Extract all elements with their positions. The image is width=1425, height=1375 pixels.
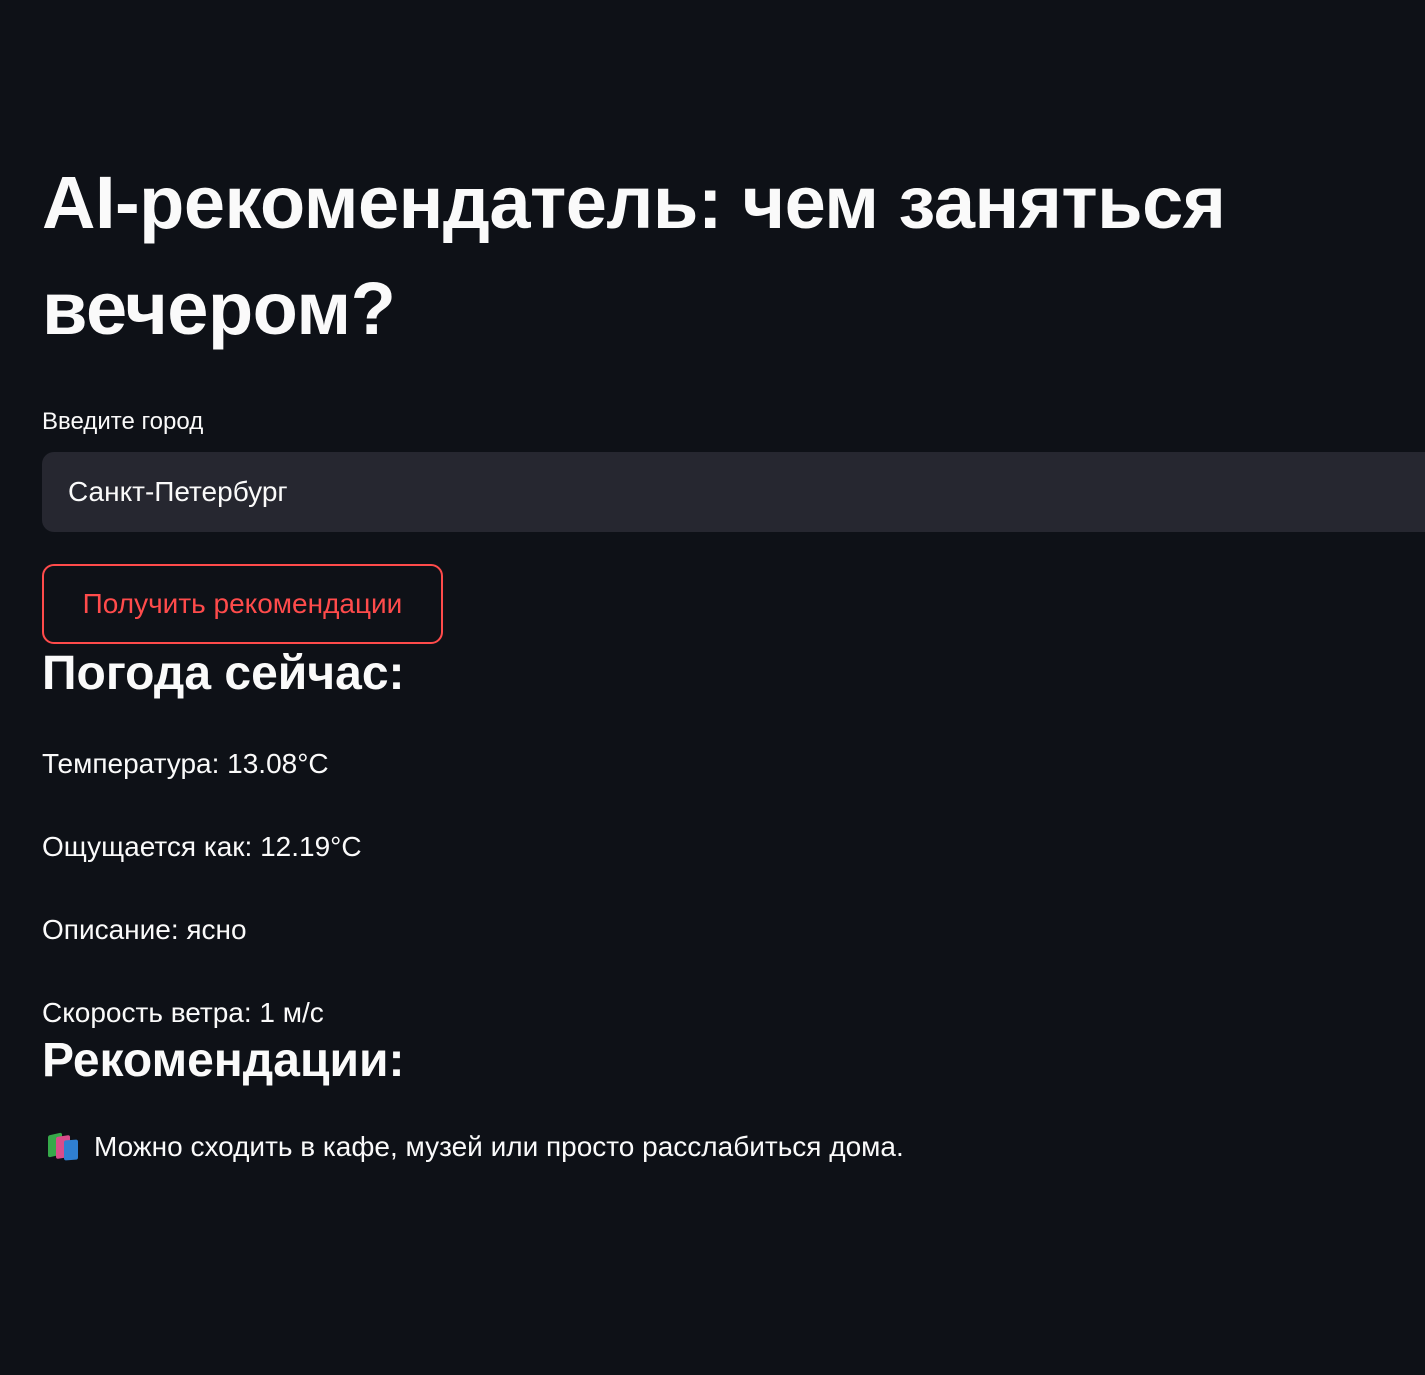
main-content: AI-рекомендатель: чем заняться вечером? … bbox=[42, 150, 1425, 1165]
recommendation-text: Можно сходить в кафе, музей или просто р… bbox=[94, 1131, 904, 1162]
city-input-label: Введите город bbox=[42, 408, 204, 435]
recommendation-item: Можно сходить в кафе, музей или просто р… bbox=[42, 1129, 1425, 1165]
page-title: AI-рекомендатель: чем заняться вечером? bbox=[42, 161, 1226, 350]
city-input[interactable]: Санкт-Петербург bbox=[42, 452, 1425, 532]
get-recommendations-button[interactable]: Получить рекомендации bbox=[42, 564, 443, 644]
books-icon bbox=[46, 1132, 80, 1162]
temperature-text: Температура: 13.08°C bbox=[42, 748, 329, 779]
description-text: Описание: ясно bbox=[42, 914, 247, 945]
feels-like-text: Ощущается как: 12.19°C bbox=[42, 831, 362, 862]
wind-speed-text: Скорость ветра: 1 м/с bbox=[42, 997, 324, 1028]
recommendations-heading: Рекомендации: bbox=[42, 1034, 405, 1087]
app-root: AI-рекомендатель: чем заняться вечером? … bbox=[0, 0, 1425, 1375]
weather-heading: Погода сейчас: bbox=[42, 647, 405, 700]
